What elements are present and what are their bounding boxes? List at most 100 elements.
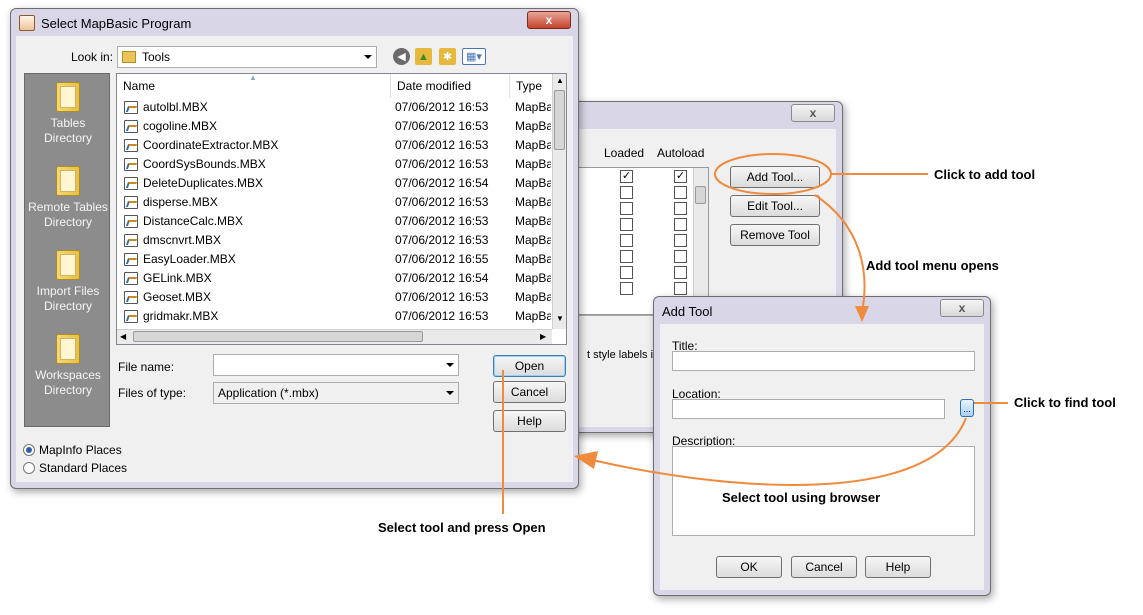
loaded-checkbox[interactable]: [620, 234, 633, 247]
file-name-cell: CoordinateExtractor.MBX: [143, 138, 279, 152]
file-name-label: File name:: [118, 360, 175, 374]
column-header-name[interactable]: Name ▲: [117, 74, 391, 98]
file-date-cell: 07/06/2012 16:53: [395, 290, 489, 304]
folder-icon: [56, 334, 80, 364]
mbx-file-icon: [124, 291, 138, 304]
file-row[interactable]: DistanceCalc.MBX 07/06/2012 16:53 MapBa: [117, 212, 557, 231]
mbx-file-icon: [124, 215, 138, 228]
file-row[interactable]: disperse.MBX 07/06/2012 16:53 MapBa: [117, 193, 557, 212]
file-name-input[interactable]: [213, 354, 459, 376]
file-row[interactable]: EasyLoader.MBX 07/06/2012 16:55 MapBa: [117, 250, 557, 269]
file-row[interactable]: CoordinateExtractor.MBX 07/06/2012 16:53 M…: [117, 136, 557, 155]
mapinfo-places-label: MapInfo Places: [39, 443, 122, 457]
back-icon[interactable]: ◀: [393, 48, 410, 65]
place-import-files-directory[interactable]: Import Files Directory: [25, 250, 111, 314]
help-button[interactable]: Help: [865, 556, 931, 578]
files-of-type-value: Application (*.mbx): [218, 386, 319, 400]
mapinfo-places-radio[interactable]: [23, 444, 35, 456]
autoload-checkbox[interactable]: [674, 202, 687, 215]
remove-tool-button[interactable]: Remove Tool: [730, 224, 820, 246]
view-menu-icon[interactable]: ▦▾: [462, 48, 486, 65]
autoload-checkbox[interactable]: [674, 186, 687, 199]
mbx-file-icon: [124, 196, 138, 209]
standard-places-radio[interactable]: [23, 462, 35, 474]
autoload-checkbox[interactable]: [674, 250, 687, 263]
loaded-checkbox[interactable]: [620, 250, 633, 263]
file-type-cell: MapBa: [515, 119, 551, 133]
column-header-type[interactable]: Type: [510, 74, 558, 98]
file-date-cell: 07/06/2012 16:53: [395, 214, 489, 228]
file-row[interactable]: CoordSysBounds.MBX 07/06/2012 16:53 MapBa: [117, 155, 557, 174]
loaded-checkbox[interactable]: [620, 218, 633, 231]
title-input[interactable]: [672, 351, 975, 371]
annotation-select-tool-open: Select tool and press Open: [378, 520, 546, 535]
mbx-file-icon: [124, 272, 138, 285]
file-list-horizontal-scrollbar[interactable]: ◀ ▶: [117, 329, 552, 344]
file-row[interactable]: dmscnvrt.MBX 07/06/2012 16:53 MapBa: [117, 231, 557, 250]
file-date-cell: 07/06/2012 16:53: [395, 195, 489, 209]
annotation-add-tool-menu-opens: Add tool menu opens: [866, 258, 999, 273]
tools-list-scroll-thumb[interactable]: [695, 186, 706, 204]
app-icon: [19, 15, 35, 31]
loaded-checkbox[interactable]: [620, 186, 633, 199]
column-header-date-modified[interactable]: Date modified: [391, 74, 510, 98]
tool-manager-close-button[interactable]: x: [791, 104, 835, 122]
loaded-checkbox[interactable]: [620, 202, 633, 215]
cancel-button[interactable]: Cancel: [493, 381, 566, 403]
autoload-checkbox[interactable]: [674, 234, 687, 247]
edit-tool-button[interactable]: Edit Tool...: [730, 195, 820, 217]
scroll-up-arrow-icon[interactable]: ▲: [556, 76, 564, 85]
autoload-checkbox[interactable]: ✓: [674, 170, 687, 183]
loaded-checkbox[interactable]: ✓: [620, 170, 633, 183]
file-row[interactable]: autolbl.MBX 07/06/2012 16:53 MapBa: [117, 98, 557, 117]
place-label: Tables Directory: [43, 116, 92, 145]
look-in-value: Tools: [142, 50, 171, 64]
vertical-scroll-thumb[interactable]: [554, 90, 565, 150]
folder-icon: [56, 166, 80, 196]
autoload-checkbox[interactable]: [674, 282, 687, 295]
loaded-column-header: Loaded: [604, 146, 645, 160]
file-row[interactable]: gridmakr.MBX 07/06/2012 16:53 MapBa: [117, 307, 557, 326]
place-workspaces-directory[interactable]: Workspaces Directory: [25, 334, 111, 398]
scroll-left-arrow-icon[interactable]: ◀: [120, 332, 126, 341]
help-button[interactable]: Help: [493, 410, 566, 432]
place-remote-tables-directory[interactable]: Remote Tables Directory: [25, 166, 111, 230]
file-row[interactable]: DeleteDuplicates.MBX 07/06/2012 16:54 MapB…: [117, 174, 557, 193]
autoload-checkbox[interactable]: [674, 266, 687, 279]
ok-button[interactable]: OK: [716, 556, 782, 578]
up-folder-icon[interactable]: ▲: [415, 48, 432, 65]
file-type-cell: MapBa: [515, 271, 551, 285]
loaded-checkbox[interactable]: [620, 266, 633, 279]
scroll-right-arrow-icon[interactable]: ▶: [540, 332, 546, 341]
place-tables-directory[interactable]: Tables Directory: [25, 82, 111, 146]
file-list-vertical-scrollbar[interactable]: ▲ ▼: [552, 74, 566, 329]
location-input[interactable]: [672, 399, 945, 419]
open-button[interactable]: Open: [493, 355, 566, 377]
autoload-checkbox[interactable]: [674, 218, 687, 231]
file-list[interactable]: Name ▲ Date modified Type autolbl.MBX 07/…: [116, 73, 567, 345]
horizontal-scroll-thumb[interactable]: [133, 331, 423, 342]
ellipsis-icon: ...: [963, 404, 971, 414]
loaded-checkbox[interactable]: [620, 282, 633, 295]
chevron-down-icon: [446, 363, 454, 367]
file-row[interactable]: Geoset.MBX 07/06/2012 16:53 MapBa: [117, 288, 557, 307]
file-row[interactable]: cogoline.MBX 07/06/2012 16:53 MapBa: [117, 117, 557, 136]
new-folder-icon[interactable]: ✱: [439, 48, 456, 65]
scroll-down-arrow-icon[interactable]: ▼: [556, 314, 564, 323]
annotation-click-find-tool: Click to find tool: [1014, 395, 1116, 410]
cancel-button[interactable]: Cancel: [791, 556, 857, 578]
select-dialog-close-button[interactable]: x: [527, 11, 571, 29]
file-row[interactable]: GELink.MBX 07/06/2012 16:54 MapBa: [117, 269, 557, 288]
file-date-cell: 07/06/2012 16:54: [395, 176, 489, 190]
add-tool-button[interactable]: Add Tool...: [730, 166, 820, 188]
sort-ascending-icon: ▲: [249, 73, 257, 82]
place-label: Import Files Directory: [36, 284, 100, 313]
mbx-file-icon: [124, 253, 138, 266]
browse-button[interactable]: ...: [960, 399, 974, 417]
look-in-select[interactable]: Tools: [117, 46, 377, 68]
standard-places-label: Standard Places: [39, 461, 128, 475]
file-type-cell: MapBa: [515, 100, 551, 114]
files-of-type-select[interactable]: Application (*.mbx): [213, 382, 459, 404]
add-tool-close-button[interactable]: x: [940, 299, 984, 317]
tools-list-scrollbar[interactable]: [693, 168, 708, 314]
